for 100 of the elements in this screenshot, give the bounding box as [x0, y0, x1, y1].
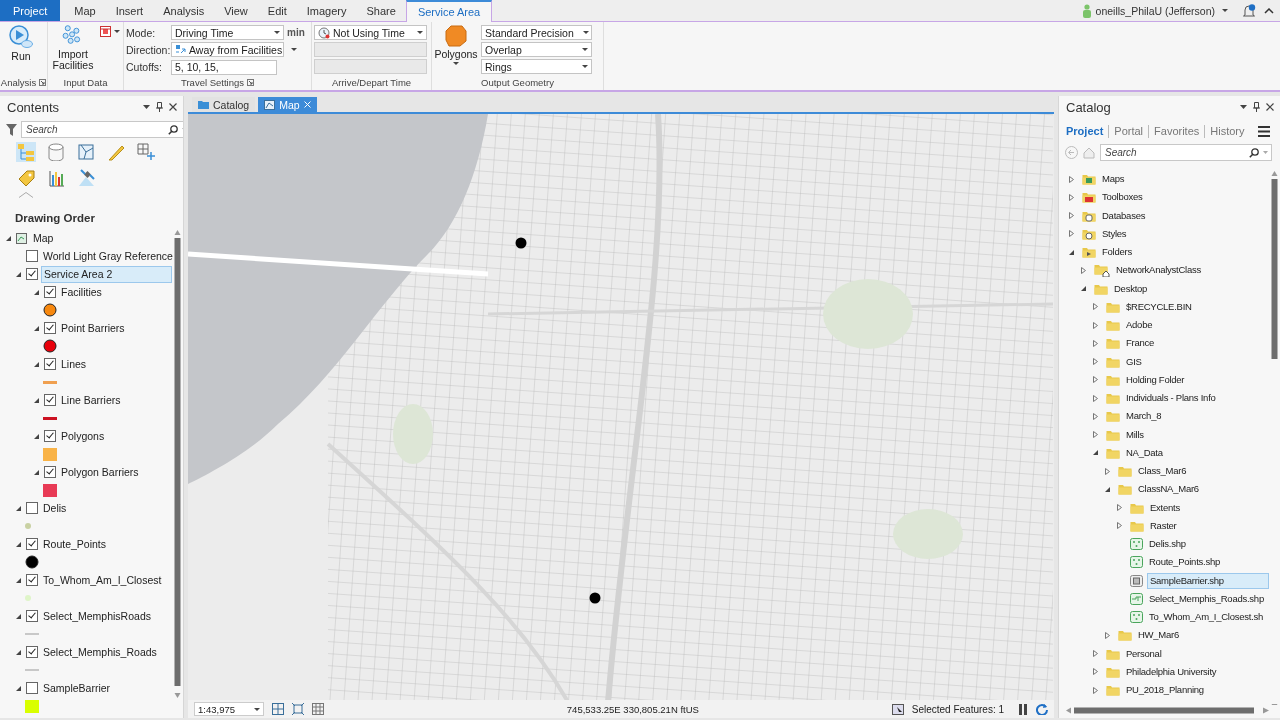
table-icon[interactable]	[312, 703, 324, 715]
import-facilities-button[interactable]: Import Facilities	[50, 24, 96, 75]
layer-item[interactable]: Select_Memphis_Roads	[41, 643, 172, 661]
cylinder-icon[interactable]	[46, 142, 66, 162]
catalog-item[interactable]: Folders	[1100, 244, 1269, 261]
ribbon-tab[interactable]: View	[214, 0, 258, 21]
catalog-item[interactable]: SampleBarrier.shp	[1147, 572, 1269, 589]
document-tab[interactable]: Catalog	[192, 97, 256, 112]
dropdown[interactable]: Standard Precision	[481, 25, 592, 40]
launcher-icon[interactable]	[39, 79, 47, 86]
launcher-icon[interactable]	[247, 79, 254, 86]
catalog-item[interactable]: Extents	[1148, 499, 1269, 516]
search-field[interactable]: Search	[1100, 144, 1272, 161]
catalog-item[interactable]: Maps	[1100, 171, 1269, 188]
layer-item[interactable]: Delis	[41, 499, 172, 517]
catalog-item[interactable]: Select_Memphis_Roads.shp	[1147, 590, 1269, 607]
checkbox[interactable]	[44, 430, 56, 442]
expander-icon[interactable]	[1091, 338, 1100, 348]
ribbon-tab[interactable]: Service Area	[405, 0, 493, 22]
checkbox[interactable]	[26, 538, 38, 550]
expander-icon[interactable]	[1091, 667, 1100, 677]
resize-icon[interactable]	[292, 703, 304, 715]
caret-icon[interactable]	[143, 105, 150, 109]
pane-tab[interactable]: Portal	[1114, 125, 1144, 137]
bell-icon[interactable]	[1242, 3, 1256, 18]
layer-item[interactable]: Polygon Barriers	[59, 463, 172, 481]
catalog-item[interactable]: Philadelphia University	[1124, 663, 1269, 680]
bar-chart-icon[interactable]	[46, 168, 66, 188]
catalog-item[interactable]: Holding Folder	[1124, 371, 1269, 388]
filter-icon[interactable]	[6, 123, 17, 136]
layer-item[interactable]: Lines	[59, 355, 172, 373]
catalog-item[interactable]: NA_Data	[1124, 444, 1269, 461]
caret-icon[interactable]	[1240, 105, 1247, 109]
dropdown[interactable]: Driving Time	[171, 25, 284, 41]
pane-tab[interactable]: History	[1210, 125, 1245, 137]
scrollbar-icon[interactable]	[1271, 170, 1278, 705]
expander-icon[interactable]	[1091, 375, 1100, 385]
expander-icon[interactable]	[1067, 211, 1076, 221]
catalog-item[interactable]: Raster	[1148, 517, 1269, 534]
tag-icon[interactable]	[16, 168, 36, 188]
catalog-item[interactable]: Toolboxes	[1100, 189, 1269, 206]
layer-item[interactable]: Polygons	[59, 427, 172, 445]
grid-plus-icon[interactable]	[136, 142, 156, 162]
catalog-item[interactable]: Adobe	[1124, 317, 1269, 334]
layer-item[interactable]: Point Barriers	[59, 319, 172, 337]
layer-item[interactable]: Service Area 2	[41, 265, 172, 283]
layer-item[interactable]: Facilities	[59, 283, 172, 301]
expander-icon[interactable]	[1067, 229, 1076, 239]
checkbox[interactable]	[44, 322, 56, 334]
scale-dropdown[interactable]: 1:43,975	[194, 702, 264, 716]
menu-icon[interactable]	[1258, 125, 1270, 137]
layer-item[interactable]: Route_Points	[41, 535, 172, 553]
catalog-item[interactable]: ClassNA_Mar6	[1136, 481, 1269, 498]
catalog-item[interactable]: March_8	[1124, 408, 1269, 425]
polygons-button[interactable]: Polygons	[434, 24, 478, 75]
expander-icon[interactable]	[1091, 320, 1100, 330]
expander-icon[interactable]	[1115, 503, 1124, 513]
satellite-icon[interactable]	[76, 168, 96, 188]
ribbon-tab[interactable]: Imagery	[296, 0, 357, 21]
catalog-item[interactable]: NetworkAnalystClass	[1114, 262, 1269, 279]
ribbon-tab[interactable]: Project	[0, 0, 61, 21]
pane-tab[interactable]: Project	[1066, 125, 1104, 137]
catalog-item[interactable]: Styles	[1100, 225, 1269, 242]
pin-icon[interactable]	[156, 102, 163, 112]
table-dropdown-button[interactable]	[99, 24, 121, 39]
ribbon-tab[interactable]: Share	[356, 0, 406, 21]
checkbox[interactable]	[26, 682, 38, 694]
expander-icon[interactable]	[1091, 649, 1100, 659]
grid-icon[interactable]	[272, 703, 284, 715]
checkbox[interactable]	[26, 610, 38, 622]
expander-icon[interactable]	[1079, 284, 1088, 294]
map-icon[interactable]	[76, 142, 96, 162]
checkbox[interactable]	[26, 502, 38, 514]
catalog-item[interactable]: PU_2018_Planning	[1124, 682, 1269, 699]
ribbon-tab[interactable]: Map	[64, 0, 106, 21]
ribbon-tab[interactable]: Insert	[105, 0, 154, 21]
dropdown[interactable]: Overlap	[481, 42, 592, 57]
expander-icon[interactable]	[1067, 174, 1076, 184]
chevron-up-icon[interactable]	[1264, 7, 1274, 14]
pin-icon[interactable]	[1253, 102, 1260, 112]
scrollbar-icon[interactable]	[1065, 707, 1270, 714]
ribbon-tab[interactable]: Analysis	[153, 0, 215, 21]
catalog-item[interactable]: Delis.shp	[1147, 536, 1269, 553]
dropdown[interactable]: Not Using Time	[314, 25, 427, 40]
catalog-item[interactable]: To_Whom_Am_I_Closest.sh	[1147, 609, 1269, 626]
dropdown[interactable]: Rings	[481, 59, 592, 74]
checkbox[interactable]	[26, 268, 38, 280]
search-field[interactable]: Search	[21, 121, 183, 138]
expander-icon[interactable]	[1091, 393, 1100, 403]
run-button[interactable]: Run	[2, 24, 40, 75]
pause-icon[interactable]	[1018, 703, 1028, 715]
account-button[interactable]: oneills_PhilaU (Jefferson)	[1075, 0, 1234, 21]
ribbon-tab[interactable]: Edit	[257, 0, 297, 21]
catalog-item[interactable]: GIS	[1124, 353, 1269, 370]
checkbox[interactable]	[26, 250, 38, 262]
layer-item[interactable]: World Light Gray Reference	[41, 247, 175, 265]
layer-item[interactable]: To_Whom_Am_I_Closest	[41, 571, 172, 589]
expander-icon[interactable]	[1091, 411, 1100, 421]
catalog-item[interactable]: Class_Mar6	[1136, 463, 1269, 480]
expander-icon[interactable]	[1091, 448, 1100, 458]
